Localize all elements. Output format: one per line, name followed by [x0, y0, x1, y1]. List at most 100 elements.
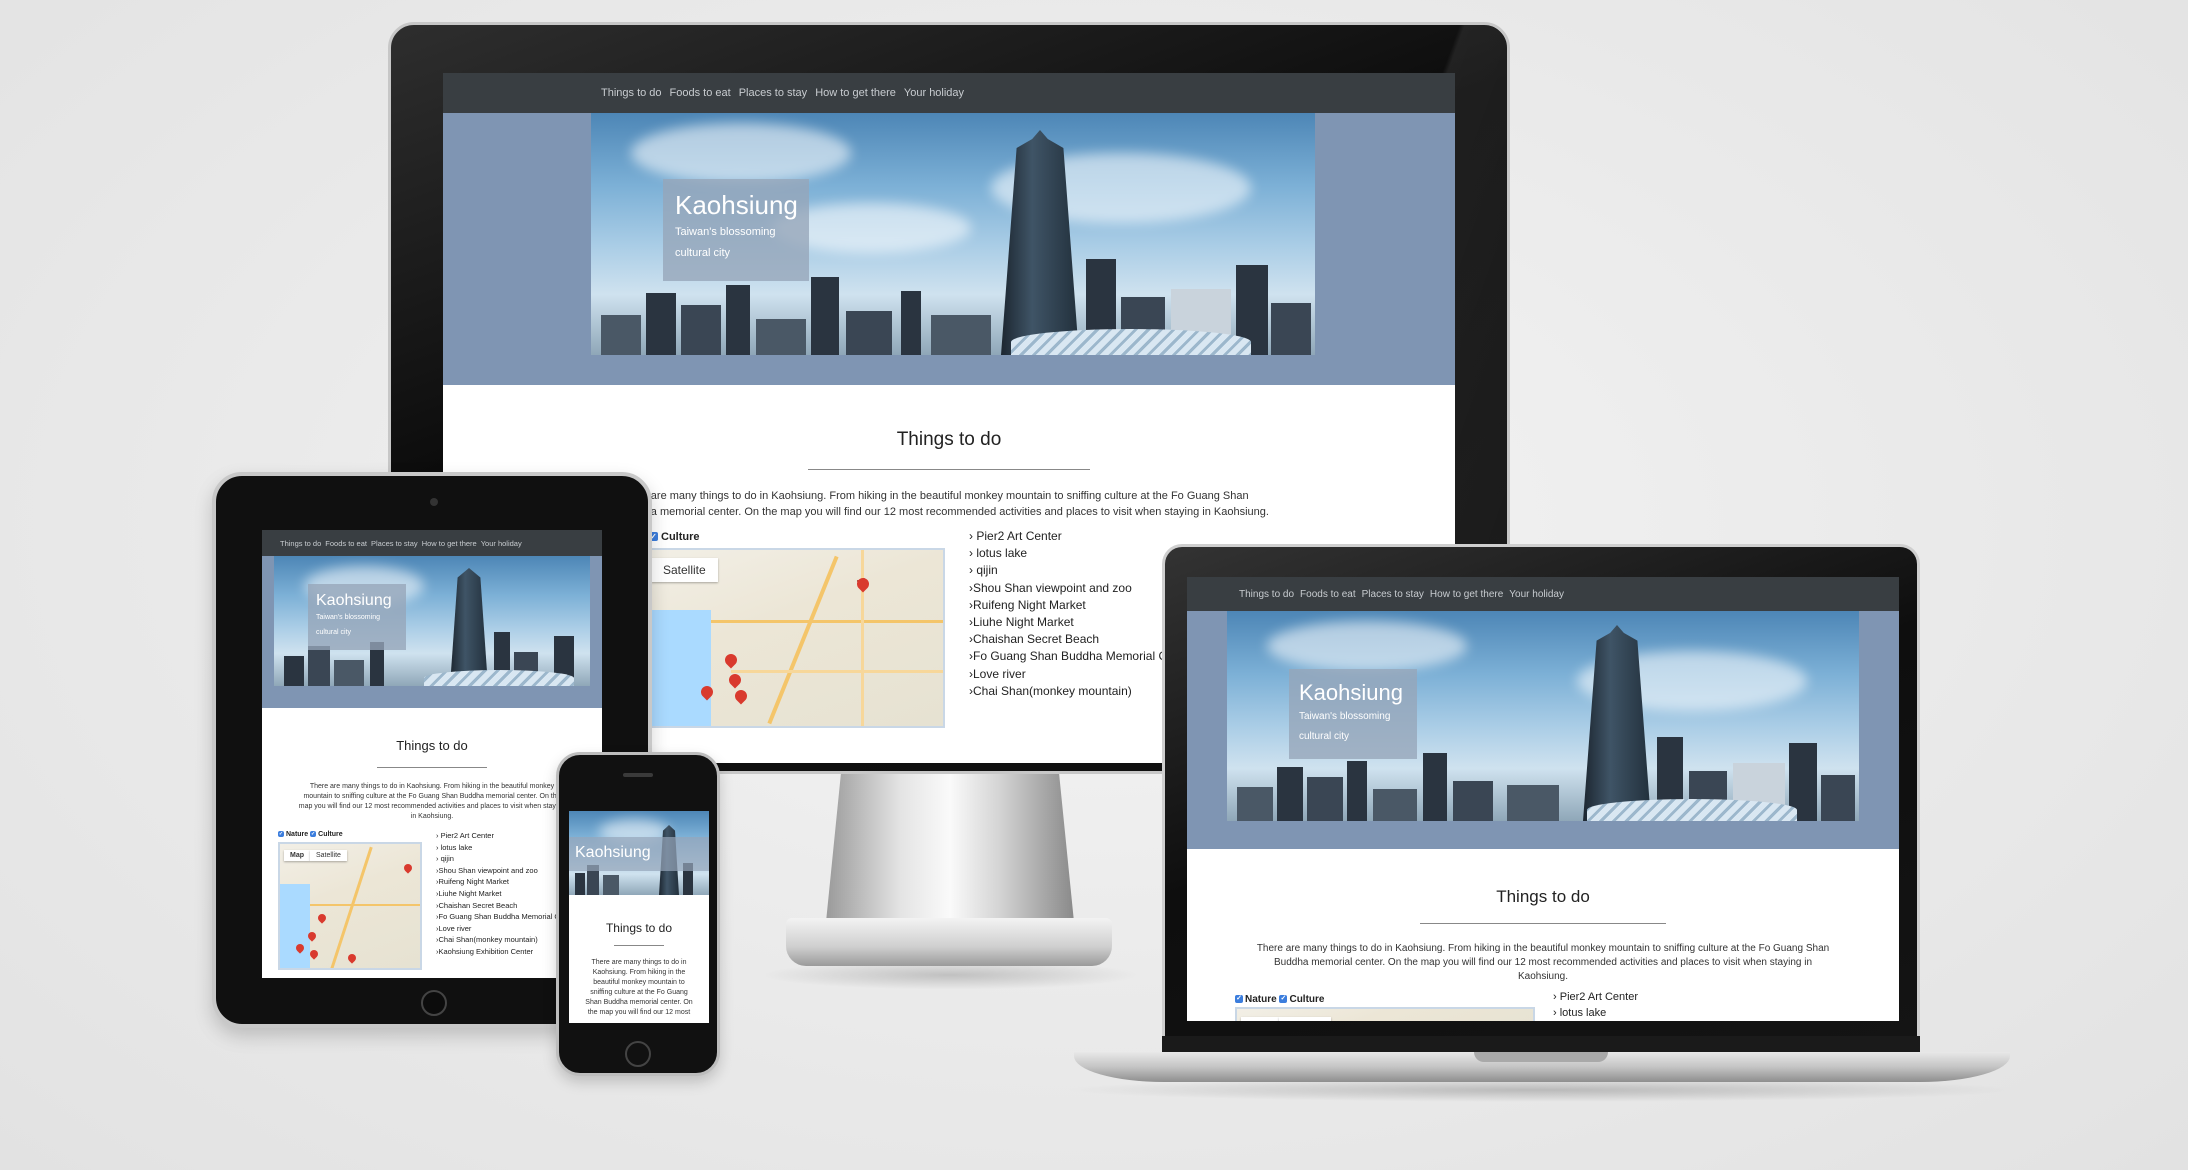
map-marker[interactable] — [732, 687, 750, 705]
places-list: › Pier2 Art Center › lotus lake › qijin … — [436, 830, 556, 970]
skyline-image: Kaohsiung — [569, 811, 709, 895]
nav-link-foods[interactable]: Foods to eat — [325, 539, 367, 548]
things-to-do-section: Things to do There are many things to do… — [569, 895, 709, 1018]
nav-link-things[interactable]: Things to do — [280, 539, 321, 548]
hero-subtitle: Taiwan's blossoming — [1299, 710, 1391, 722]
section-title: Things to do — [1496, 887, 1590, 906]
place-item[interactable]: ›Liuhe Night Market — [436, 888, 556, 900]
hero-subtitle: Taiwan's blossoming — [675, 225, 776, 238]
skyline-image: Kaohsiung Taiwan's blossoming cultural c… — [1227, 611, 1859, 821]
culture-filter[interactable]: ✓ Culture — [310, 831, 343, 838]
place-item[interactable]: ›Shou Shan viewpoint and zoo — [969, 580, 1169, 597]
place-item[interactable]: › lotus lake — [436, 842, 556, 854]
laptop-screen: Things to do Foods to eat Places to stay… — [1187, 577, 1899, 1021]
hero-title: Kaohsiung — [1299, 680, 1403, 705]
place-item[interactable]: ›Ruifeng Night Market — [436, 876, 556, 888]
map-marker[interactable] — [726, 671, 744, 689]
nav-link-stay[interactable]: Places to stay — [1362, 589, 1424, 600]
place-item[interactable]: ›Ruifeng Night Market — [969, 597, 1169, 614]
nature-filter[interactable]: ✓ Nature — [1235, 994, 1277, 1005]
nav-bar: Things to do Foods to eat Places to stay… — [1187, 577, 1899, 611]
hero-title-box: Kaohsiung Taiwan's blossoming cultural c… — [663, 179, 809, 281]
hero-title-box: Kaohsiung — [569, 837, 709, 871]
skyline-image: Kaohsiung Taiwan's blossoming cultural c… — [274, 556, 590, 686]
divider — [377, 767, 487, 768]
section-title: Things to do — [896, 429, 1002, 450]
monitor-base — [786, 918, 1112, 966]
map-filters: ✓Nature ✓Culture — [278, 830, 422, 840]
map-marker[interactable] — [402, 862, 414, 874]
nav-link-stay[interactable]: Places to stay — [739, 87, 807, 99]
hero-subtitle-2: cultural city — [675, 247, 731, 260]
nav-link-things[interactable]: Things to do — [601, 87, 662, 99]
google-map[interactable]: Map Satellite — [1235, 1007, 1535, 1021]
map-marker[interactable] — [308, 948, 320, 960]
nav-link-holiday[interactable]: Your holiday — [481, 539, 522, 548]
nav-link-get-there[interactable]: How to get there — [1430, 589, 1503, 600]
place-item[interactable]: › Pier2 Art Center — [1553, 990, 1713, 1006]
hero-title-box: Kaohsiung Taiwan's blossoming cultural c… — [308, 584, 406, 650]
hero-subtitle-2: cultural city — [316, 628, 352, 636]
place-item[interactable]: ›Liuhe Night Market — [969, 614, 1169, 631]
nav-link-foods[interactable]: Foods to eat — [1300, 589, 1356, 600]
divider — [808, 469, 1090, 470]
place-item[interactable]: › Pier2 Art Center — [969, 528, 1169, 545]
skyline-image: Kaohsiung Taiwan's blossoming cultural c… — [591, 113, 1315, 355]
map-marker[interactable] — [316, 912, 328, 924]
place-item[interactable]: ›Chai Shan(monkey mountain) — [436, 934, 556, 946]
satellite-tab[interactable]: Satellite — [651, 558, 718, 582]
home-button — [625, 1041, 651, 1067]
place-item[interactable]: ›Kaohsiung Exhibition Center — [436, 946, 556, 958]
culture-filter[interactable]: ✓ Culture — [649, 531, 700, 543]
nature-filter[interactable]: ✓ Nature — [278, 831, 308, 838]
things-to-do-section: Things to do There are many things to do… — [1187, 849, 1899, 1021]
hero-subtitle: Taiwan's blossoming — [316, 614, 380, 621]
map-filters: ✓Nature ✓Culture — [1235, 992, 1535, 1006]
place-item[interactable]: ›Love river — [436, 923, 556, 935]
place-item[interactable]: › lotus lake — [969, 545, 1169, 562]
satellite-tab[interactable]: Satellite — [310, 850, 347, 861]
map-tab[interactable]: Map — [1241, 1017, 1279, 1021]
nav-bar: Things to do Foods to eat Places to stay… — [443, 73, 1455, 113]
place-item[interactable]: › lotus lake — [1553, 1006, 1713, 1022]
hero-title-box: Kaohsiung Taiwan's blossoming cultural c… — [1289, 669, 1417, 759]
map-marker[interactable] — [346, 952, 358, 964]
place-item[interactable]: › qijin — [436, 853, 556, 865]
camera-icon — [430, 498, 438, 506]
place-item[interactable]: ›Love river — [969, 666, 1169, 683]
nav-bar: Things to do Foods to eat Places to stay… — [262, 530, 602, 556]
intro-paragraph: There are many things to do in Kaohsiung… — [585, 959, 693, 1016]
culture-filter[interactable]: ✓ Culture — [1279, 994, 1324, 1005]
place-item[interactable]: ›Fo Guang Shan Buddha Memorial Center — [969, 648, 1169, 665]
map-filters: ✓Nature ✓Culture — [649, 530, 945, 546]
place-item[interactable]: ›Fo Guang Shan Buddha Memorial Center — [436, 911, 556, 923]
place-item[interactable]: ›Chai Shan(monkey mountain) — [969, 683, 1169, 700]
hero-title: Kaohsiung — [575, 844, 651, 861]
places-list: › Pier2 Art Center › lotus lake › qijin … — [969, 528, 1169, 700]
intro-paragraph: There are many things to do in Kaohsiung… — [1256, 943, 1830, 982]
place-item[interactable]: ›Shou Shan viewpoint and zoo — [436, 865, 556, 877]
google-map[interactable]: Satellite — [649, 548, 945, 728]
nav-link-holiday[interactable]: Your holiday — [1509, 589, 1564, 600]
nav-link-holiday[interactable]: Your holiday — [904, 87, 964, 99]
nav-link-foods[interactable]: Foods to eat — [670, 87, 731, 99]
google-map[interactable]: Map Satellite — [278, 842, 422, 970]
place-item[interactable]: ›Chaishan Secret Beach — [969, 631, 1169, 648]
place-item[interactable]: › qijin — [969, 562, 1169, 579]
hero-banner: Kaohsiung Taiwan's blossoming cultural c… — [443, 113, 1455, 385]
map-marker[interactable] — [722, 651, 740, 669]
hero-subtitle-2: cultural city — [1299, 731, 1350, 742]
tablet-screen: Things to do Foods to eat Places to stay… — [262, 530, 602, 978]
nav-link-things[interactable]: Things to do — [1239, 589, 1294, 600]
nav-link-get-there[interactable]: How to get there — [815, 87, 896, 99]
phone-screen: Kaohsiung Things to do There are many th… — [569, 811, 709, 1023]
satellite-tab[interactable]: Satellite — [1279, 1017, 1332, 1021]
places-list: › Pier2 Art Center › lotus lake › qijin — [1553, 990, 1713, 1021]
place-item[interactable]: › Pier2 Art Center — [436, 830, 556, 842]
nav-link-stay[interactable]: Places to stay — [371, 539, 418, 548]
hero-title: Kaohsiung — [675, 190, 798, 220]
map-tab[interactable]: Map — [284, 850, 310, 861]
intro-paragraph: There are many things to do in Kaohsiung… — [619, 490, 1269, 518]
place-item[interactable]: ›Chaishan Secret Beach — [436, 900, 556, 912]
nav-link-get-there[interactable]: How to get there — [422, 539, 477, 548]
